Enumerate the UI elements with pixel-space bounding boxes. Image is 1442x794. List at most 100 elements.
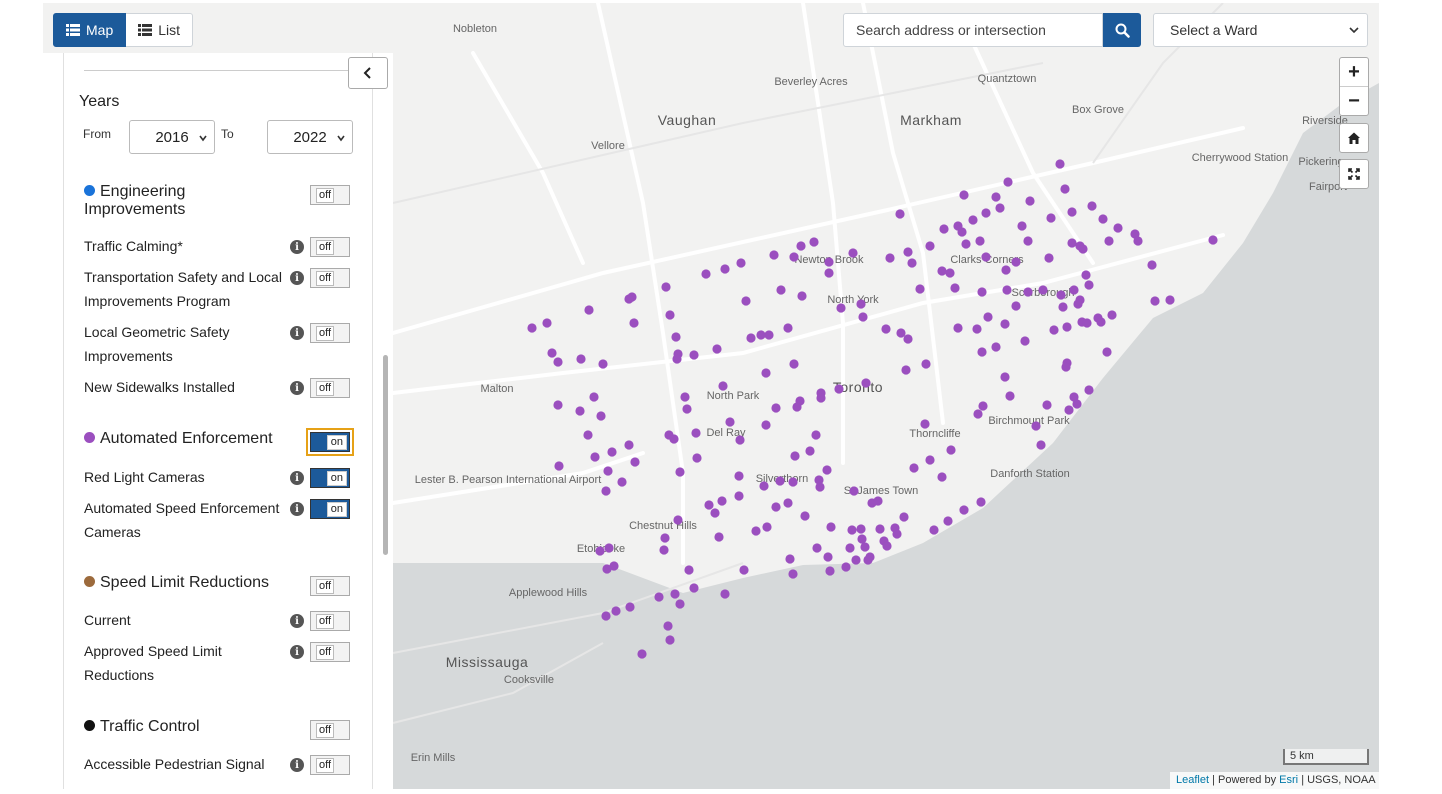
enforcement-marker[interactable] [1096,317,1106,327]
enforcement-marker[interactable] [1084,385,1094,395]
enforcement-marker[interactable] [691,428,701,438]
enforcement-marker[interactable] [712,344,722,354]
enforcement-marker[interactable] [1165,295,1175,305]
enforcement-marker[interactable] [637,649,647,659]
enforcement-marker[interactable] [576,354,586,364]
enforcement-marker[interactable] [972,324,982,334]
enforcement-marker[interactable] [788,477,798,487]
enforcement-marker[interactable] [771,403,781,413]
enforcement-marker[interactable] [826,522,836,532]
enforcement-marker[interactable] [856,299,866,309]
enforcement-marker[interactable] [1011,257,1021,267]
enforcement-marker[interactable] [665,635,675,645]
enforcement-marker[interactable] [978,401,988,411]
enforcement-marker[interactable] [903,247,913,257]
home-button[interactable] [1339,123,1369,153]
enforcement-marker[interactable] [701,269,711,279]
info-icon[interactable]: i [290,645,304,659]
zoom-out-button[interactable]: − [1340,86,1368,115]
enforcement-marker[interactable] [858,312,868,322]
enforcement-marker[interactable] [800,511,810,521]
enforcement-marker[interactable] [746,333,756,343]
enforcement-marker[interactable] [857,534,867,544]
enforcement-marker[interactable] [680,392,690,402]
enforcement-marker[interactable] [670,589,680,599]
enforcement-marker[interactable] [624,294,634,304]
enforcement-marker[interactable] [675,467,685,477]
enforcement-marker[interactable] [736,258,746,268]
enforcement-marker[interactable] [720,264,730,274]
enforcement-marker[interactable] [895,209,905,219]
enforcement-marker[interactable] [1055,159,1065,169]
enforcement-marker[interactable] [675,599,685,609]
enforcement-marker[interactable] [672,354,682,364]
info-icon[interactable]: i [290,614,304,628]
enforcement-marker[interactable] [815,482,825,492]
enforcement-marker[interactable] [689,350,699,360]
enforcement-marker[interactable] [659,545,669,555]
enforcement-marker[interactable] [554,461,564,471]
enforcement-marker[interactable] [1081,270,1091,280]
enforcement-marker[interactable] [1017,221,1027,231]
enforcement-marker[interactable] [937,472,947,482]
enforcement-marker[interactable] [937,266,947,276]
enforcement-marker[interactable] [665,310,675,320]
enforcement-marker[interactable] [973,409,983,419]
enforcement-marker[interactable] [527,323,537,333]
enforcement-marker[interactable] [684,565,694,575]
enforcement-marker[interactable] [775,476,785,486]
enforcement-marker[interactable] [1062,322,1072,332]
enforcement-marker[interactable] [611,606,621,616]
enforcement-marker[interactable] [991,342,1001,352]
enforcement-marker[interactable] [845,543,855,553]
enforcement-marker[interactable] [604,543,614,553]
enforcement-marker[interactable] [718,381,728,391]
enforcement-marker[interactable] [981,252,991,262]
enforcement-marker[interactable] [629,318,639,328]
enforcement-marker[interactable] [899,512,909,522]
enforcement-marker[interactable] [1058,302,1068,312]
enforcement-marker[interactable] [1208,235,1218,245]
enforcement-marker[interactable] [977,347,987,357]
enforcement-marker[interactable] [961,239,971,249]
enforcement-marker[interactable] [1049,325,1059,335]
enforcement-marker[interactable] [771,502,781,512]
enforcement-marker[interactable] [625,602,635,612]
enforcement-marker[interactable] [751,526,761,536]
toggle-traffic-control[interactable]: off [310,720,350,740]
enforcement-marker[interactable] [957,227,967,237]
enforcement-marker[interactable] [624,440,634,450]
enforcement-marker[interactable] [950,283,960,293]
enforcement-marker[interactable] [925,455,935,465]
enforcement-marker[interactable] [856,524,866,534]
enforcement-marker[interactable] [1002,285,1012,295]
enforcement-marker[interactable] [741,296,751,306]
enforcement-marker[interactable] [1001,265,1011,275]
ward-select[interactable]: Select a Ward [1153,13,1368,47]
enforcement-marker[interactable] [1042,400,1052,410]
enforcement-marker[interactable] [1031,421,1041,431]
enforcement-marker[interactable] [739,565,749,575]
enforcement-marker[interactable] [1067,238,1077,248]
enforcement-marker[interactable] [907,258,917,268]
toggle-current-speed-limits[interactable]: off [310,611,350,631]
enforcement-marker[interactable] [1025,196,1035,206]
map-view-button[interactable]: Map [53,13,127,47]
enforcement-marker[interactable] [590,452,600,462]
enforcement-marker[interactable] [1003,177,1013,187]
enforcement-marker[interactable] [682,404,692,414]
toggle-speed-enforcement-cameras[interactable]: on [310,499,350,519]
enforcement-marker[interactable] [789,252,799,262]
enforcement-marker[interactable] [762,522,772,532]
enforcement-marker[interactable] [1078,244,1088,254]
enforcement-marker[interactable] [547,348,557,358]
enforcement-marker[interactable] [849,486,859,496]
enforcement-marker[interactable] [981,208,991,218]
enforcement-marker[interactable] [617,477,627,487]
toggle-automated-enforcement[interactable]: on [306,428,354,456]
enforcement-marker[interactable] [836,303,846,313]
enforcement-marker[interactable] [896,328,906,338]
toggle-local-geometric-safety[interactable]: off [310,323,350,343]
enforcement-marker[interactable] [812,543,822,553]
enforcement-marker[interactable] [841,562,851,572]
